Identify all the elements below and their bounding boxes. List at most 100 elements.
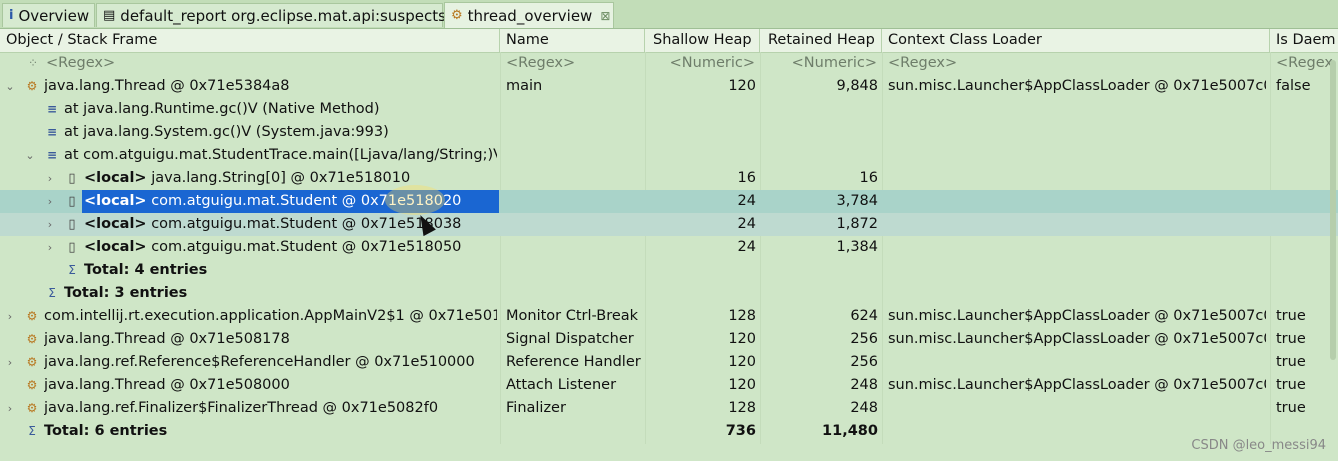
table-row[interactable]: › ▯ <local> java.lang.String[0] @ 0x71e518…: [0, 167, 1338, 190]
column-header-retained-heap[interactable]: Retained Heap: [760, 29, 882, 52]
table-row[interactable]: ≡ at java.lang.System.gc()V (System.java:…: [0, 121, 1338, 144]
object-label: at com.atguigu.mat.StudentTrace.main([Lj…: [64, 147, 497, 163]
shallow-cell: 120: [728, 354, 756, 370]
table-total-row[interactable]: Σ Total: 6 entries 736 11,480: [0, 420, 1338, 443]
filter-object-input[interactable]: <Regex>: [46, 52, 496, 75]
thread-icon: ⚙: [26, 309, 38, 323]
object-label: at java.lang.Runtime.gc()V (Native Metho…: [64, 101, 380, 117]
table-row[interactable]: ⚙ java.lang.Thread @ 0x71e508178 Signal Di…: [0, 328, 1338, 351]
table-row[interactable]: › ⚙ java.lang.ref.Reference$ReferenceHandl…: [0, 351, 1338, 374]
loader-cell: sun.misc.Launcher$AppClassLoader @ 0x71e…: [888, 78, 1266, 94]
expand-icon[interactable]: ›: [4, 305, 16, 328]
filter-loader-input[interactable]: <Regex>: [888, 52, 1266, 75]
filter-shallow-input[interactable]: <Numeric>: [650, 52, 755, 75]
object-label: java.lang.Thread @ 0x71e5384a8: [44, 78, 290, 94]
daemon-cell: true: [1276, 377, 1306, 393]
gear-icon: ⚙: [451, 8, 463, 23]
tab-overview[interactable]: i Overview: [2, 3, 95, 27]
vertical-scrollbar[interactable]: [1330, 60, 1336, 360]
column-header-object[interactable]: Object / Stack Frame: [0, 29, 500, 52]
table-total-row[interactable]: Σ Total: 4 entries: [0, 259, 1338, 282]
shallow-cell: 120: [728, 78, 756, 94]
object-label: Total: 4 entries: [84, 262, 208, 278]
shallow-cell: 128: [728, 400, 756, 416]
object-cell: java.lang.Thread @ 0x71e508000: [44, 374, 497, 397]
expand-icon[interactable]: ›: [4, 397, 16, 420]
table-row[interactable]: › ▯ <local> com.atguigu.mat.Student @ 0x71…: [0, 190, 1338, 213]
local-object-icon: ▯: [68, 171, 76, 186]
daemon-cell: true: [1276, 400, 1306, 416]
object-label: Total: 6 entries: [44, 423, 168, 439]
sum-icon: Σ: [48, 286, 56, 300]
expand-icon[interactable]: ›: [44, 167, 56, 190]
sum-icon: Σ: [28, 424, 36, 438]
collapse-icon[interactable]: ⌄: [24, 144, 36, 167]
shallow-cell: 24: [737, 193, 756, 209]
expand-icon[interactable]: ›: [44, 236, 56, 259]
watermark: CSDN @leo_messi94: [1191, 438, 1326, 453]
object-cell: at java.lang.System.gc()V (System.java:9…: [64, 121, 497, 144]
retained-cell: 1,872: [836, 216, 878, 232]
table-row[interactable]: ≡ at java.lang.Runtime.gc()V (Native Meth…: [0, 98, 1338, 121]
filter-row: ⁘ <Regex> <Regex> <Numeric> <Numeric> <R…: [0, 52, 1338, 75]
thread-icon: ⚙: [26, 332, 38, 346]
retained-cell: 248: [850, 377, 878, 393]
object-cell: java.lang.ref.Finalizer$FinalizerThread …: [44, 397, 497, 420]
tab-default-report[interactable]: ▤ default_report org.eclipse.mat.api:sus…: [96, 3, 446, 27]
thread-icon: ⚙: [26, 401, 38, 415]
retained-cell: 248: [850, 400, 878, 416]
object-cell: at com.atguigu.mat.StudentTrace.main([Lj…: [64, 144, 497, 167]
shallow-cell: 120: [728, 331, 756, 347]
table-row[interactable]: › ▯ <local> com.atguigu.mat.Student @ 0x71…: [0, 236, 1338, 259]
object-label: com.intellij.rt.execution.application.Ap…: [44, 308, 497, 324]
daemon-cell: true: [1276, 331, 1306, 347]
name-cell: Monitor Ctrl-Break: [506, 308, 639, 324]
expand-icon[interactable]: ›: [44, 213, 56, 236]
collapse-icon[interactable]: ⌄: [4, 75, 16, 98]
loader-cell: sun.misc.Launcher$AppClassLoader @ 0x71e…: [888, 377, 1266, 393]
report-icon: ▤: [103, 8, 116, 23]
name-cell: Signal Dispatcher: [506, 331, 634, 347]
object-cell: Total: 6 entries: [44, 420, 497, 443]
object-cell: <local> java.lang.String[0] @ 0x71e51801…: [84, 167, 497, 190]
table-row[interactable]: › ▯ <local> com.atguigu.mat.Student @ 0x71…: [0, 213, 1338, 236]
object-cell: at java.lang.Runtime.gc()V (Native Metho…: [64, 98, 497, 121]
table-total-row[interactable]: Σ Total: 3 entries: [0, 282, 1338, 305]
retained-cell: 256: [850, 354, 878, 370]
tab-thread-overview[interactable]: ⚙ thread_overview ⊠: [444, 2, 614, 28]
daemon-cell: false: [1276, 78, 1311, 94]
filter-icon: ⁘: [27, 56, 39, 70]
daemon-cell: true: [1276, 308, 1306, 324]
filter-retained-input[interactable]: <Numeric>: [765, 52, 877, 75]
table-row[interactable]: ⚙ java.lang.Thread @ 0x71e508000 Attach Li…: [0, 374, 1338, 397]
object-label: java.lang.ref.Finalizer$FinalizerThread …: [44, 400, 439, 416]
expand-icon[interactable]: ›: [4, 351, 16, 374]
local-label: <local>: [84, 216, 147, 232]
sum-icon: Σ: [68, 263, 76, 277]
column-header-context-class-loader[interactable]: Context Class Loader: [882, 29, 1270, 52]
table-row[interactable]: ⌄ ⚙ java.lang.Thread @ 0x71e5384a8 main 120 9…: [0, 75, 1338, 98]
column-header-is-daemon[interactable]: Is Daem: [1270, 29, 1338, 52]
object-label: java.lang.String[0] @ 0x71e518010: [146, 170, 411, 186]
name-cell: main: [506, 78, 543, 94]
thread-icon: ⚙: [26, 378, 38, 392]
object-cell: Total: 4 entries: [84, 259, 497, 282]
table-header: Object / Stack Frame Name Shallow Heap R…: [0, 29, 1338, 53]
retained-cell: 256: [850, 331, 878, 347]
retained-cell: 16: [859, 170, 878, 186]
filter-daemon-input[interactable]: <Regex: [1276, 52, 1336, 75]
table-row[interactable]: › ⚙ java.lang.ref.Finalizer$FinalizerThrea…: [0, 397, 1338, 420]
close-icon[interactable]: ⊠: [600, 9, 610, 23]
shallow-cell: 120: [728, 377, 756, 393]
table-row[interactable]: ⌄ ≡ at com.atguigu.mat.StudentTrace.main([…: [0, 144, 1338, 167]
table-row[interactable]: › ⚙ com.intellij.rt.execution.application.…: [0, 305, 1338, 328]
object-cell: <local> com.atguigu.mat.Student @ 0x71e5…: [84, 213, 497, 236]
object-cell: java.lang.ref.Reference$ReferenceHandler…: [44, 351, 497, 374]
column-header-name[interactable]: Name: [500, 29, 645, 52]
filter-name-input[interactable]: <Regex>: [506, 52, 641, 75]
column-header-shallow-heap[interactable]: Shallow Heap: [645, 29, 760, 52]
retained-cell: 624: [850, 308, 878, 324]
expand-icon[interactable]: ›: [44, 190, 56, 213]
object-cell: com.intellij.rt.execution.application.Ap…: [44, 305, 497, 328]
object-label: java.lang.ref.Reference$ReferenceHandler…: [44, 354, 475, 370]
